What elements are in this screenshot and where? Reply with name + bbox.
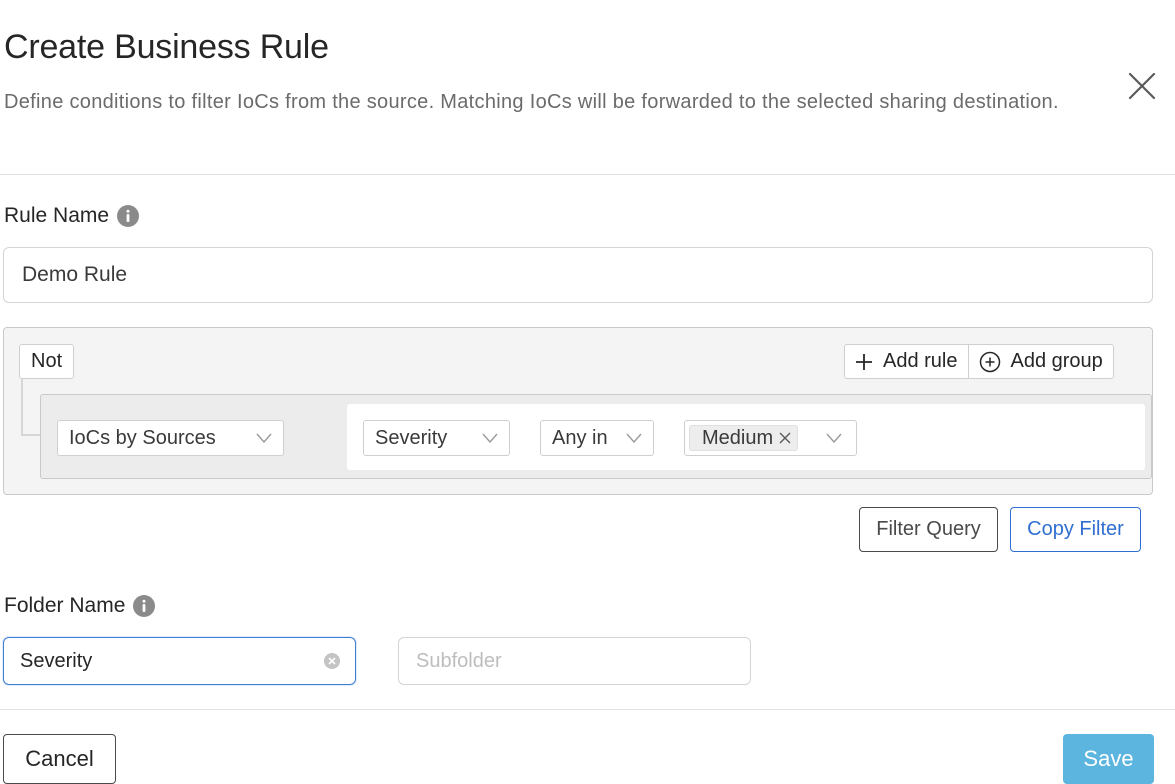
filter-query-button[interactable]: Filter Query <box>859 507 998 552</box>
rule-name-label: Rule Name <box>4 204 110 227</box>
add-group-label: Add group <box>1010 350 1103 372</box>
folder-name-input[interactable] <box>20 649 323 673</box>
info-icon[interactable] <box>133 595 156 617</box>
source-select[interactable]: IoCs by Sources <box>57 420 284 456</box>
header-divider <box>0 174 1175 175</box>
group-connector-line <box>21 378 41 436</box>
copy-filter-button[interactable]: Copy Filter <box>1010 507 1141 552</box>
folder-name-field[interactable] <box>3 637 356 685</box>
modal-title: Create Business Rule <box>4 28 329 66</box>
plus-icon <box>856 353 872 370</box>
rule-group: IoCs by Sources Severity Any in Medium <box>40 394 1152 479</box>
query-builder-actions: Add rule Add group <box>844 344 1114 379</box>
rule-name-input[interactable] <box>3 247 1153 303</box>
value-multiselect[interactable]: Medium <box>684 420 857 456</box>
value-tag: Medium <box>689 425 799 451</box>
close-icon <box>1128 72 1156 100</box>
chevron-down-icon <box>626 433 642 443</box>
value-tag-label: Medium <box>702 426 774 449</box>
clear-icon[interactable] <box>323 652 341 670</box>
field-select[interactable]: Severity <box>363 420 510 456</box>
chevron-down-icon <box>482 433 498 443</box>
field-select-value: Severity <box>375 426 448 449</box>
rule-name-label-row: Rule Name <box>4 204 140 228</box>
info-icon[interactable] <box>117 205 140 227</box>
rule-row: Severity Any in Medium <box>347 404 1145 470</box>
add-rule-button[interactable]: Add rule <box>845 345 968 378</box>
query-builder: Not Add rule Add group IoCs by Sources S… <box>3 327 1153 495</box>
close-button[interactable] <box>1124 68 1160 104</box>
chevron-down-icon <box>826 433 842 443</box>
footer-divider <box>0 709 1175 710</box>
operator-select-value: Any in <box>552 426 608 449</box>
modal-description: Define conditions to filter IoCs from th… <box>4 91 1059 113</box>
close-icon[interactable] <box>779 432 791 444</box>
save-button[interactable]: Save <box>1063 734 1154 784</box>
cancel-button[interactable]: Cancel <box>3 734 116 784</box>
add-rule-label: Add rule <box>883 350 958 372</box>
subfolder-input[interactable] <box>398 637 751 685</box>
source-select-value: IoCs by Sources <box>69 426 216 449</box>
operator-select[interactable]: Any in <box>540 420 654 456</box>
not-toggle-button[interactable]: Not <box>19 344 75 379</box>
folder-name-label: Folder Name <box>4 594 126 617</box>
folder-name-label-row: Folder Name <box>4 594 156 618</box>
chevron-down-icon <box>256 433 272 443</box>
plus-circle-icon <box>979 351 1000 372</box>
add-group-button[interactable]: Add group <box>967 345 1113 378</box>
